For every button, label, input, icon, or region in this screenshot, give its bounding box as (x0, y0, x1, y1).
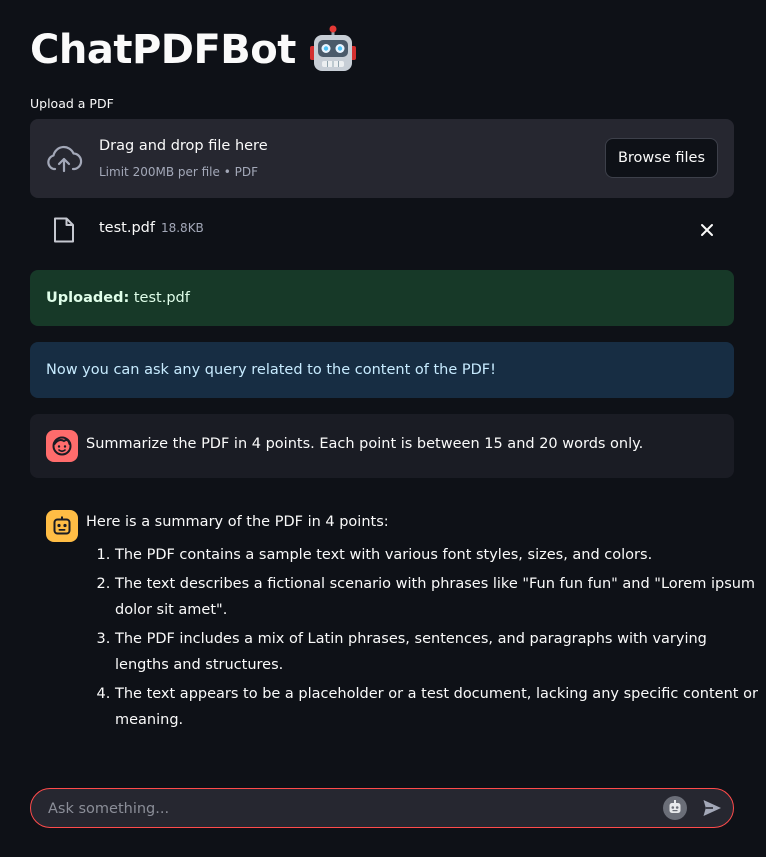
list-item: The text appears to be a placeholder or … (115, 681, 765, 733)
user-avatar (46, 430, 78, 462)
app-title-text: ChatPDFBot (30, 27, 296, 73)
list-item: The PDF contains a sample text with vari… (115, 542, 765, 568)
chat-input-container (30, 788, 734, 829)
chat-input[interactable] (46, 789, 650, 829)
info-alert: Now you can ask any query related to the… (30, 342, 734, 398)
cloud-upload-icon (47, 145, 83, 173)
user-message: Summarize the PDF in 4 points. Each poin… (30, 414, 734, 478)
summary-list: The PDF contains a sample text with vari… (86, 542, 765, 736)
success-text: test.pdf (129, 290, 190, 306)
close-icon[interactable] (700, 223, 714, 237)
robot-face-icon (309, 25, 356, 71)
user-face-icon (52, 436, 72, 456)
dropzone-limit: Limit 200MB per file • PDF (99, 165, 258, 179)
browse-files-button[interactable]: Browse files (604, 138, 718, 178)
upload-label: Upload a PDF (30, 96, 114, 111)
file-name: test.pdf (99, 220, 155, 236)
file-icon (54, 217, 74, 243)
assistant-avatar (46, 510, 78, 542)
list-item: The PDF includes a mix of Latin phrases,… (115, 626, 765, 678)
page-title: ChatPDFBot (30, 24, 358, 76)
user-message-text: Summarize the PDF in 4 points. Each poin… (86, 436, 644, 452)
success-alert: Uploaded: test.pdf (30, 270, 734, 326)
send-icon[interactable] (702, 798, 722, 818)
success-label: Uploaded: (46, 290, 130, 306)
assistant-intro: Here is a summary of the PDF in 4 points… (86, 514, 389, 530)
list-item: The text describes a fictional scenario … (115, 571, 765, 623)
robot-icon (53, 516, 71, 535)
file-dropzone[interactable]: Drag and drop file here Limit 200MB per … (30, 119, 734, 198)
dropzone-instruction: Drag and drop file here (99, 138, 268, 154)
robot-icon (663, 796, 687, 820)
uploaded-file-item: test.pdf 18.8KB (30, 212, 734, 248)
file-size: 18.8KB (160, 221, 204, 235)
assistant-message: Here is a summary of the PDF in 4 points… (30, 494, 758, 754)
